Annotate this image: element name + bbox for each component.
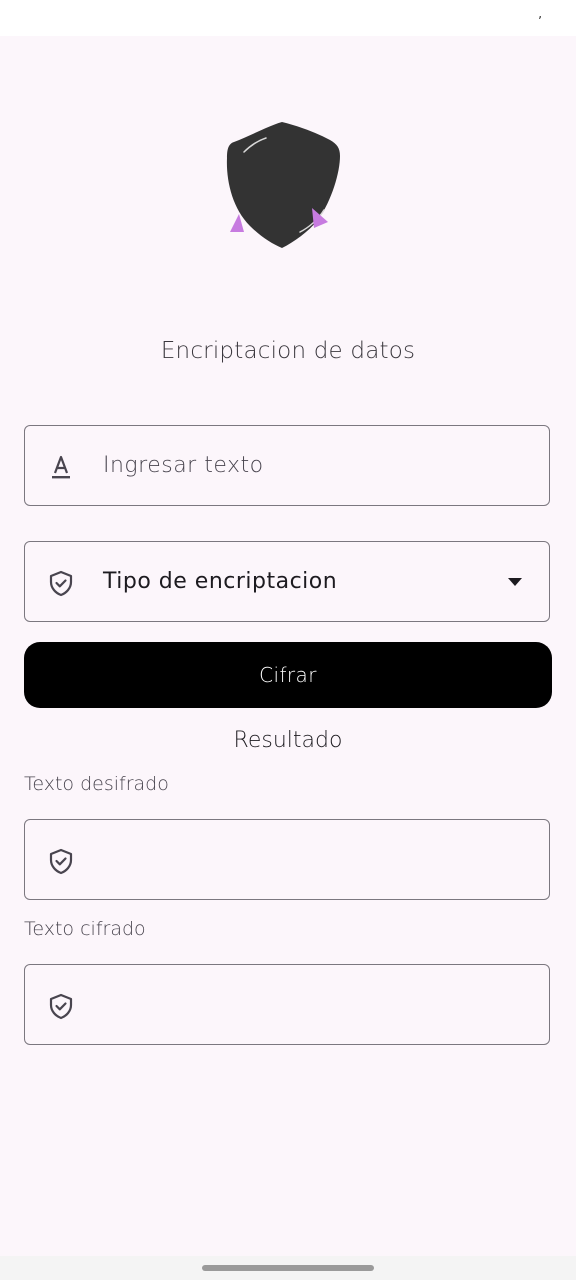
result-heading: Resultado [233, 728, 343, 753]
dropdown-arrow-icon[interactable] [507, 577, 523, 587]
text-input-placeholder: Ingresar texto [103, 453, 264, 478]
encrypted-text-field[interactable] [24, 964, 550, 1045]
app-screen: Encriptacion de datos Ingresar texto Tip… [0, 36, 576, 1256]
shield-check-icon [49, 993, 73, 1020]
decrypted-text-label: Texto desifrado [24, 773, 169, 795]
encryption-type-select[interactable]: Tipo de encriptacion [24, 541, 550, 622]
text-format-icon [52, 455, 70, 479]
encryption-type-placeholder: Tipo de encriptacion [103, 569, 338, 594]
status-mark: ʼ [538, 14, 542, 28]
home-gesture-handle[interactable] [202, 1265, 374, 1271]
encrypted-text-label: Texto cifrado [24, 918, 146, 940]
status-bar: ʼ [0, 0, 576, 36]
page-title: Encriptacion de datos [160, 338, 416, 364]
shield-logo-icon [226, 122, 340, 248]
decrypted-text-field[interactable] [24, 819, 550, 900]
text-input-field[interactable]: Ingresar texto [24, 425, 550, 506]
shield-check-icon [49, 848, 73, 875]
navigation-bar [0, 1256, 576, 1280]
encrypt-button[interactable]: Cifrar [24, 642, 552, 708]
shield-check-icon [49, 570, 73, 597]
